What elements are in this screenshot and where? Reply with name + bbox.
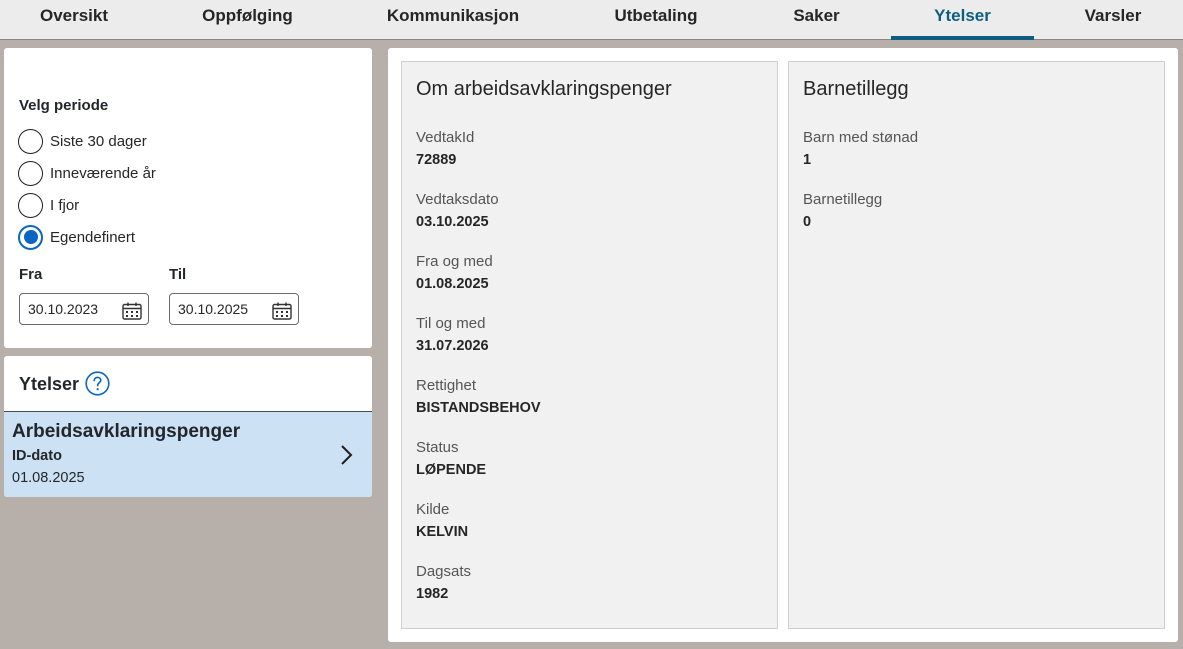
field-label-vedtakid: VedtakId: [416, 129, 475, 146]
details-card-title: Om arbeidsavklaringspenger: [416, 78, 672, 100]
field-label-barn-med-stonad: Barn med stønad: [803, 129, 919, 146]
field-value-rettighet: BISTANDSBEHOV: [416, 400, 541, 416]
field-value-barnetillegg: 0: [803, 214, 812, 230]
tab-saker[interactable]: Saker: [780, 0, 853, 40]
field-label-status: Status: [416, 439, 459, 456]
help-circle-icon[interactable]: [85, 371, 110, 396]
tab-oversikt[interactable]: Oversikt: [26, 0, 122, 40]
radio-siste-30-dager[interactable]: Siste 30 dager: [18, 128, 147, 154]
ytelser-list-panel: Ytelser Arbeidsavklaringspenger ID-dato …: [4, 356, 372, 497]
field-label-fra-og-med: Fra og med: [416, 253, 493, 270]
tab-oppfolging[interactable]: Oppfølging: [190, 0, 305, 40]
barnetillegg-card-title: Barnetillegg: [803, 78, 909, 100]
radio-label: Egendefinert: [50, 228, 136, 246]
field-value-til-og-med: 31.07.2026: [416, 338, 489, 354]
field-label-barnetillegg: Barnetillegg: [803, 191, 883, 208]
field-value-kilde: KELVIN: [416, 524, 469, 540]
details-card: Om arbeidsavklaringspenger VedtakId 7288…: [401, 61, 778, 629]
calendar-icon[interactable]: [122, 302, 142, 320]
field-label-til-og-med: Til og med: [416, 315, 486, 332]
ytelse-list-item[interactable]: Arbeidsavklaringspenger ID-dato 01.08.20…: [4, 412, 372, 497]
field-label-rettighet: Rettighet: [416, 377, 477, 394]
chevron-right-icon: [341, 445, 353, 465]
radio-label: Inneværende år: [50, 164, 156, 182]
to-date-label: Til: [169, 266, 187, 283]
field-value-dagsats: 1982: [416, 586, 449, 602]
tab-utbetaling[interactable]: Utbetaling: [600, 0, 712, 40]
field-label-kilde: Kilde: [416, 501, 450, 518]
radio-label: Siste 30 dager: [50, 132, 147, 150]
period-filter-title: Velg periode: [19, 97, 109, 114]
tab-kommunikasjon[interactable]: Kommunikasjon: [378, 0, 528, 40]
radio-button[interactable]: [18, 128, 43, 154]
tab-bar: Oversikt Oppfølging Kommunikasjon Utbeta…: [0, 0, 1183, 40]
radio-innevaerende-ar[interactable]: Inneværende år: [18, 160, 156, 186]
field-value-vedtakid: 72889: [416, 152, 457, 168]
radio-button[interactable]: [18, 160, 43, 186]
tab-ytelser[interactable]: Ytelser: [891, 0, 1034, 40]
radio-i-fjor[interactable]: I fjor: [18, 192, 79, 218]
radio-label: I fjor: [50, 196, 80, 214]
period-filter-panel: Velg periode Siste 30 dager Inneværende …: [4, 48, 372, 348]
field-value-status: LØPENDE: [416, 462, 487, 478]
field-label-dagsats: Dagsats: [416, 563, 472, 580]
field-label-vedtaksdato: Vedtaksdato: [416, 191, 499, 208]
radio-button-checked[interactable]: [18, 224, 43, 250]
calendar-icon[interactable]: [272, 302, 292, 320]
detail-panel: Om arbeidsavklaringspenger VedtakId 7288…: [388, 48, 1178, 642]
ytelse-id-date: 01.08.2025: [12, 470, 85, 486]
radio-button[interactable]: [18, 192, 43, 218]
tab-varsler[interactable]: Varsler: [1073, 0, 1153, 40]
field-value-barn-med-stonad: 1: [803, 152, 812, 168]
barnetillegg-card: Barnetillegg Barn med stønad 1 Barnetill…: [788, 61, 1165, 629]
radio-egendefinert[interactable]: Egendefinert: [18, 224, 135, 250]
field-value-fra-og-med: 01.08.2025: [416, 276, 489, 292]
ytelser-heading: Ytelser: [19, 374, 80, 394]
field-value-vedtaksdato: 03.10.2025: [416, 214, 489, 230]
ytelse-id-label: ID-dato: [12, 448, 62, 464]
from-date-label: Fra: [19, 266, 43, 283]
ytelse-title: Arbeidsavklaringspenger: [12, 421, 241, 442]
